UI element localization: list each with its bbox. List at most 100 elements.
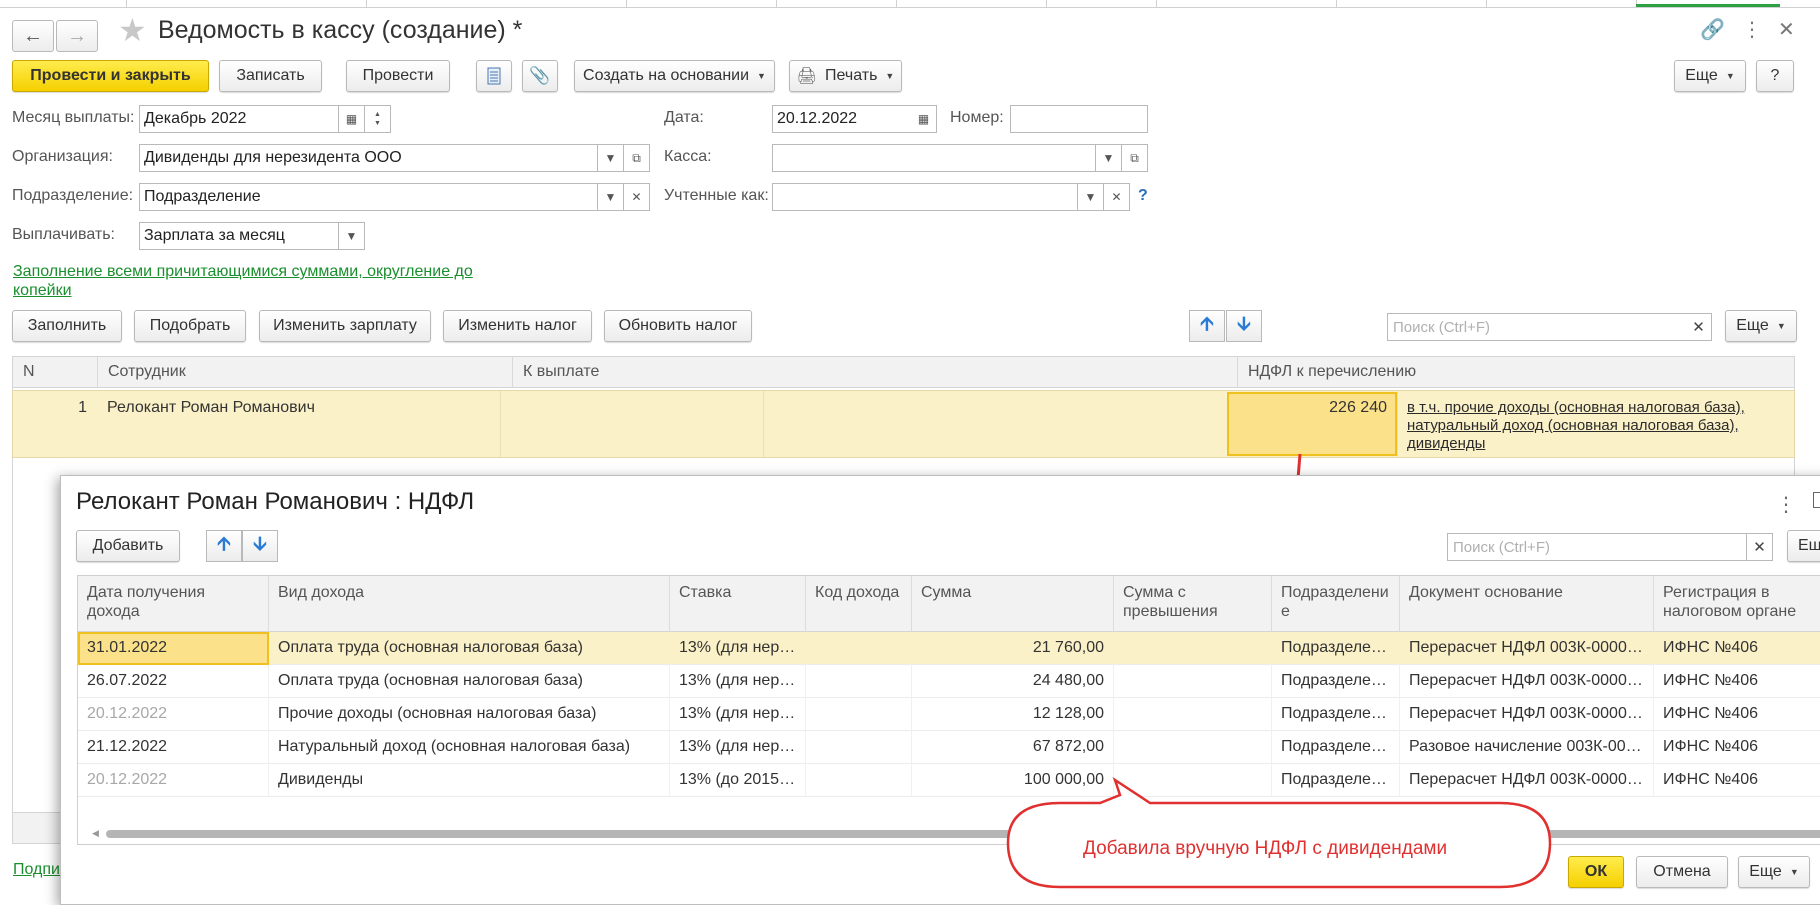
more-button[interactable]: Еще ▼ [1674,60,1746,92]
col-department[interactable]: Подразделени е [1272,576,1400,632]
table-more-button[interactable]: Еще ▼ [1725,310,1797,342]
col-ndfl[interactable]: НДФЛ к перечислению [1238,357,1796,387]
date-calendar-button[interactable]: ▦ [911,105,937,133]
col-rate[interactable]: Ставка [670,576,806,632]
dialog-footer-more-button[interactable]: Еще ▼ [1738,856,1810,888]
cell-document[interactable]: Разовое начисление 003К-000000 [1400,731,1654,764]
dialog-more-button[interactable]: Ещ [1787,530,1820,562]
cell-excess[interactable] [1114,665,1272,698]
cell-rate[interactable]: 13% (для нерезидентов) [670,698,806,731]
cell-rate[interactable]: 13% (для нерезидентов) [670,632,806,665]
calendar-button[interactable]: ▦ [339,105,365,133]
cell-date[interactable]: 20.12.2022 [78,698,269,731]
document-list-button[interactable] [476,60,512,92]
col-employee[interactable]: Сотрудник [98,357,513,387]
cell-document[interactable]: Перерасчет НДФЛ 003К-000000 [1400,665,1654,698]
pay-field[interactable]: Зарплата за месяц [139,222,339,250]
cell-rate[interactable]: 13% (до 2015 года) [670,764,806,797]
cell-sum[interactable]: 21 760,00 [912,632,1114,665]
link-icon[interactable]: 🔗 [1700,20,1725,40]
col-n[interactable]: N [13,357,98,387]
col-base-document[interactable]: Документ основание [1400,576,1654,632]
search-clear-button[interactable]: ✕ [1686,313,1712,341]
table-row[interactable]: 1 Релокант Роман Романович 226 240 в т.ч… [12,390,1795,458]
cell-code[interactable] [806,665,912,698]
ok-button[interactable]: ОК [1568,856,1624,888]
counted-as-clear-button[interactable]: ✕ [1104,183,1130,211]
cell-document[interactable]: Перерасчет НДФЛ 003К-000000 [1400,632,1654,665]
cell-excess[interactable] [1114,731,1272,764]
cell-sum[interactable]: 67 872,00 [912,731,1114,764]
cell-document[interactable]: Перерасчет НДФЛ 003К-000000 [1400,698,1654,731]
attach-button[interactable]: 📎 [522,60,558,92]
cell-excess[interactable] [1114,698,1272,731]
refresh-tax-button[interactable]: Обновить налог [604,310,752,342]
dialog-maximize-icon[interactable] [1813,492,1820,508]
cell-rate[interactable]: 13% (для нерезидентов) [670,665,806,698]
cell-code[interactable] [806,632,912,665]
post-button[interactable]: Провести [346,60,450,92]
cell-rate[interactable]: 13% (для нерезидентов) [670,731,806,764]
fill-button[interactable]: Заполнить [12,310,122,342]
organization-dropdown-button[interactable]: ▼ [598,144,624,172]
cell-code[interactable] [806,731,912,764]
cell-date[interactable]: 31.01.2022 [78,632,269,665]
cancel-button[interactable]: Отмена [1636,856,1728,888]
cell-registration[interactable]: ИФНС №406 [1654,764,1820,797]
add-button[interactable]: Добавить [76,530,180,562]
cell-code[interactable] [806,764,912,797]
col-sum-excess[interactable]: Сумма с превышения [1114,576,1272,632]
kebab-menu-icon[interactable]: ⋮ [1742,20,1762,40]
dialog-search-clear-button[interactable]: ✕ [1747,533,1773,561]
pick-button[interactable]: Подобрать [134,310,246,342]
back-button[interactable]: ← [12,20,54,52]
cell-date[interactable]: 26.07.2022 [78,665,269,698]
table-row[interactable]: 21.12.2022 Натуральный доход (основная н… [78,731,1820,764]
number-field[interactable] [1010,105,1148,133]
month-spinner[interactable]: ▲ ▼ [365,105,391,133]
cell-kind[interactable]: Дивиденды [269,764,670,797]
table-row[interactable]: 26.07.2022 Оплата труда (основная налого… [78,665,1820,698]
ndfl-cell[interactable]: 226 240 [1227,392,1397,456]
post-and-close-button[interactable]: Провести и закрыть [12,60,209,92]
close-icon[interactable]: ✕ [1778,20,1795,40]
cash-open-button[interactable]: ⧉ [1122,144,1148,172]
save-button[interactable]: Записать [219,60,322,92]
col-income-kind[interactable]: Вид дохода [269,576,670,632]
dialog-search-input[interactable]: Поиск (Ctrl+F) [1447,533,1747,561]
forward-button[interactable]: → [56,20,98,52]
change-salary-button[interactable]: Изменить зарплату [259,310,431,342]
cell-registration[interactable]: ИФНС №406 [1654,632,1820,665]
cell-registration[interactable]: ИФНС №406 [1654,665,1820,698]
horizontal-scrollbar[interactable] [106,830,1820,838]
ndfl-breakdown-link[interactable]: в т.ч. прочие доходы (основная налоговая… [1407,399,1745,453]
table-row[interactable]: 20.12.2022 Прочие доходы (основная налог… [78,698,1820,731]
cell-department[interactable]: Подразделение [1272,731,1400,764]
col-sum[interactable]: Сумма [912,576,1114,632]
date-field[interactable]: 20.12.2022 [772,105,912,133]
cell-department[interactable]: Подразделение [1272,698,1400,731]
cell-kind[interactable]: Оплата труда (основная налоговая база) [269,665,670,698]
cash-field[interactable] [772,144,1096,172]
scroll-left-icon[interactable]: ◀ [92,828,99,839]
help-button[interactable]: ? [1756,60,1794,92]
cell-date[interactable]: 20.12.2022 [78,764,269,797]
cell-department[interactable]: Подразделение [1272,632,1400,665]
cell-kind[interactable]: Оплата труда (основная налоговая база) [269,632,670,665]
cash-dropdown-button[interactable]: ▼ [1096,144,1122,172]
dialog-move-up-button[interactable]: 🡩 [206,530,242,562]
cell-sum[interactable]: 12 128,00 [912,698,1114,731]
fill-all-amounts-link[interactable]: Заполнение всеми причитающимися суммами,… [13,262,473,300]
dialog-move-down-button[interactable]: 🡫 [242,530,278,562]
col-income-code[interactable]: Код дохода [806,576,912,632]
cell-department[interactable]: Подразделение [1272,665,1400,698]
move-up-button[interactable]: 🡩 [1189,310,1225,342]
col-tax-registration[interactable]: Регистрация в налоговом органе [1654,576,1820,632]
cell-registration[interactable]: ИФНС №406 [1654,698,1820,731]
change-tax-button[interactable]: Изменить налог [443,310,592,342]
search-input[interactable]: Поиск (Ctrl+F) [1387,313,1687,341]
cell-sum[interactable]: 24 480,00 [912,665,1114,698]
department-field[interactable]: Подразделение [139,183,598,211]
col-to-pay[interactable]: К выплате [513,357,1238,387]
pay-dropdown-button[interactable]: ▼ [339,222,365,250]
